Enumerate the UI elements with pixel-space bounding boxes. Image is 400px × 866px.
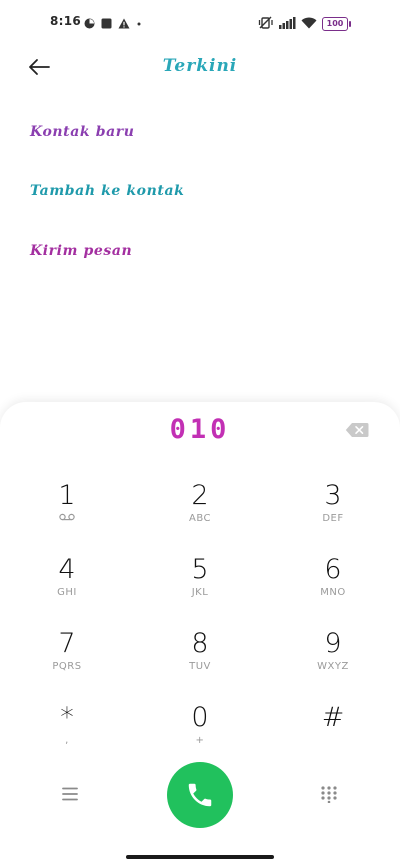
- battery-icon: 100: [322, 16, 351, 31]
- key-digit: 8: [191, 628, 209, 659]
- vibrate-off-icon: [258, 14, 274, 33]
- status-bar: 8:16 100: [0, 0, 400, 44]
- key-7[interactable]: 7 PQRS: [22, 629, 112, 685]
- key-digit: 9: [324, 628, 342, 659]
- key-digit: 3: [324, 480, 342, 511]
- page-title: Terkini: [162, 56, 238, 76]
- key-letters: MNO: [320, 587, 346, 598]
- key-5[interactable]: 5 JKL: [155, 555, 245, 611]
- data-saver-icon: [84, 14, 95, 33]
- key-letters: JKL: [191, 587, 209, 598]
- dialpad-grid-icon: [321, 786, 337, 804]
- key-digit: 5: [191, 554, 209, 585]
- key-letters: ABC: [188, 513, 211, 524]
- backspace-button[interactable]: [345, 422, 369, 438]
- phone-icon: [188, 783, 212, 807]
- key-letters: +: [195, 735, 205, 746]
- key-0[interactable]: 0 +: [155, 703, 245, 759]
- key-3[interactable]: 3 DEF: [288, 481, 378, 537]
- wifi-icon: [301, 14, 317, 33]
- signal-icon: [279, 14, 296, 33]
- key-6[interactable]: 6 MNO: [288, 555, 378, 611]
- key-4[interactable]: 4 GHI: [22, 555, 112, 611]
- menu-button[interactable]: [60, 786, 80, 802]
- key-digit: 7: [58, 628, 76, 659]
- status-icons-left: [84, 14, 142, 33]
- key-digit: 0: [191, 702, 209, 733]
- key-2[interactable]: 2 ABC: [155, 481, 245, 537]
- send-message-option[interactable]: Kirim pesan: [30, 243, 132, 259]
- key-letters: DEF: [322, 513, 344, 524]
- status-time: 8:16: [50, 14, 82, 28]
- key-letters: ,: [65, 735, 69, 746]
- backspace-icon: [345, 423, 369, 437]
- warning-icon: [118, 14, 130, 33]
- key-9[interactable]: 9 WXYZ: [288, 629, 378, 685]
- dialed-number: 010: [169, 414, 231, 445]
- key-digit: #: [321, 702, 345, 733]
- new-contact-option[interactable]: Kontak baru: [30, 124, 135, 140]
- hamburger-menu-icon: [62, 787, 78, 801]
- key-digit: 4: [58, 554, 76, 585]
- key-letters: GHI: [57, 587, 77, 598]
- key-digit: *: [60, 702, 74, 733]
- add-to-contact-option[interactable]: Tambah ke kontak: [30, 183, 184, 199]
- key-digit: 1: [58, 480, 76, 511]
- dot-icon: [136, 14, 142, 33]
- voicemail-icon: [22, 513, 112, 525]
- key-letters: WXYZ: [317, 661, 349, 672]
- key-letters: PQRS: [52, 661, 82, 672]
- keypad-toggle-button[interactable]: [320, 785, 338, 804]
- home-indicator[interactable]: [126, 855, 274, 859]
- key-digit: 2: [191, 480, 209, 511]
- key-digit: 6: [324, 554, 342, 585]
- key-hash[interactable]: #: [288, 703, 378, 759]
- key-8[interactable]: 8 TUV: [155, 629, 245, 685]
- key-star[interactable]: * ,: [22, 703, 112, 759]
- key-1[interactable]: 1: [22, 481, 112, 537]
- call-button[interactable]: [167, 762, 233, 828]
- status-icons-right: 100: [258, 14, 351, 33]
- square-icon: [101, 14, 112, 33]
- key-letters: TUV: [189, 661, 211, 672]
